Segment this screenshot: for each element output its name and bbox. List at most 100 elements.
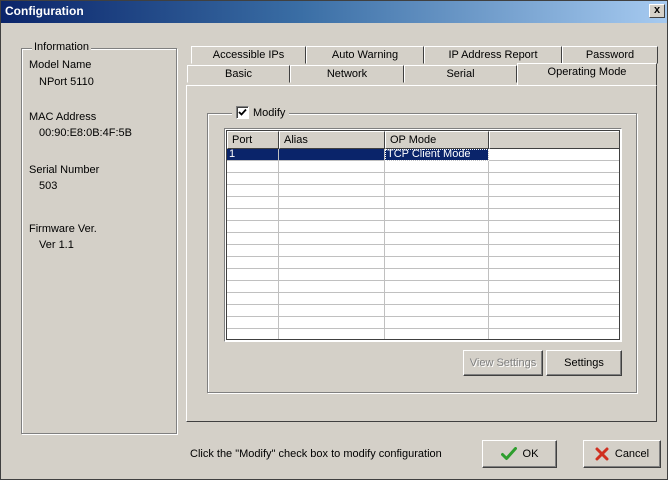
model-name-value: NPort 5110 (39, 76, 94, 88)
table-cell (489, 281, 619, 293)
table-cell (227, 245, 279, 257)
table-cell (279, 317, 385, 329)
serial-number-label: Serial Number (29, 164, 100, 176)
table-row[interactable] (227, 197, 619, 209)
table-cell (227, 317, 279, 329)
modify-checkbox[interactable] (236, 106, 249, 119)
view-settings-button[interactable]: View Settings (463, 350, 543, 376)
table-row[interactable] (227, 221, 619, 233)
port-grid[interactable]: Port Alias OP Mode 1 TCP Client Mode (224, 128, 622, 342)
table-cell (489, 161, 619, 173)
table-cell (489, 173, 619, 185)
table-cell (227, 305, 279, 317)
table-cell (227, 269, 279, 281)
table-cell (385, 173, 489, 185)
settings-button[interactable]: Settings (546, 350, 622, 376)
table-cell (279, 209, 385, 221)
modify-label: Modify (253, 106, 286, 119)
title-bar[interactable]: Configuration x (1, 1, 667, 23)
table-row[interactable] (227, 185, 619, 197)
table-cell (227, 221, 279, 233)
table-cell (279, 269, 385, 281)
table-cell (385, 197, 489, 209)
firmware-value: Ver 1.1 (39, 239, 74, 251)
column-header-op-mode[interactable]: OP Mode (385, 131, 489, 149)
table-cell (385, 281, 489, 293)
table-cell (385, 245, 489, 257)
table-row[interactable]: 1 TCP Client Mode (227, 149, 619, 161)
mac-address-value: 00:90:E8:0B:4F:5B (39, 127, 132, 139)
table-row[interactable] (227, 269, 619, 281)
table-cell (489, 221, 619, 233)
serial-number-value: 503 (39, 180, 58, 192)
table-cell (489, 305, 619, 317)
table-cell (227, 329, 279, 339)
column-header-alias[interactable]: Alias (279, 131, 385, 149)
table-cell (279, 293, 385, 305)
cell-port: 1 (227, 149, 279, 161)
ok-label: OK (522, 448, 539, 460)
table-cell (385, 209, 489, 221)
ok-button[interactable]: OK (482, 440, 557, 468)
table-cell (227, 233, 279, 245)
table-cell (489, 185, 619, 197)
table-cell (227, 257, 279, 269)
table-row[interactable] (227, 209, 619, 221)
table-row[interactable] (227, 305, 619, 317)
close-button[interactable]: x (649, 4, 665, 18)
table-cell (279, 173, 385, 185)
ok-check-icon (500, 447, 517, 460)
table-cell (227, 197, 279, 209)
table-cell (227, 209, 279, 221)
table-cell (227, 281, 279, 293)
tab-ip-address-report[interactable]: IP Address Report (424, 46, 562, 64)
table-cell (385, 161, 489, 173)
table-cell (279, 329, 385, 339)
table-cell (279, 197, 385, 209)
table-row[interactable] (227, 233, 619, 245)
table-row[interactable] (227, 257, 619, 269)
cancel-button[interactable]: Cancel (583, 440, 661, 468)
table-cell (385, 233, 489, 245)
table-cell (279, 257, 385, 269)
modify-group: Modify Port Alias OP Mode 1 TCP Client M… (207, 106, 637, 393)
table-cell (489, 329, 619, 339)
status-hint: Click the "Modify" check box to modify c… (190, 448, 442, 460)
table-row[interactable] (227, 293, 619, 305)
table-cell (385, 185, 489, 197)
tab-auto-warning[interactable]: Auto Warning (306, 46, 424, 64)
table-cell (279, 185, 385, 197)
column-header-port[interactable]: Port (227, 131, 279, 149)
table-cell (279, 161, 385, 173)
table-cell (489, 293, 619, 305)
table-cell (385, 293, 489, 305)
table-row[interactable] (227, 173, 619, 185)
tab-operating-mode[interactable]: Operating Mode (517, 63, 657, 85)
tab-basic[interactable]: Basic (187, 65, 290, 83)
table-cell (489, 245, 619, 257)
port-grid-body: Port Alias OP Mode 1 TCP Client Mode (226, 130, 620, 340)
cell-alias (279, 149, 385, 161)
operating-mode-panel: Modify Port Alias OP Mode 1 TCP Client M… (186, 85, 657, 422)
table-row[interactable] (227, 317, 619, 329)
tab-network[interactable]: Network (290, 65, 404, 83)
table-cell (489, 233, 619, 245)
table-row[interactable] (227, 245, 619, 257)
modify-checkbox-row[interactable]: Modify (232, 106, 290, 119)
table-row[interactable] (227, 281, 619, 293)
table-cell (385, 257, 489, 269)
tab-accessible-ips[interactable]: Accessible IPs (191, 46, 306, 64)
tab-password[interactable]: Password (562, 46, 658, 64)
model-name-label: Model Name (29, 59, 92, 71)
firmware-label: Firmware Ver. (29, 223, 97, 235)
grid-header: Port Alias OP Mode (227, 131, 619, 149)
table-cell (385, 221, 489, 233)
table-cell (489, 269, 619, 281)
tab-serial[interactable]: Serial (404, 65, 517, 83)
table-cell (279, 233, 385, 245)
column-header-blank[interactable] (489, 131, 619, 149)
table-row[interactable] (227, 329, 619, 339)
window-title: Configuration (5, 4, 84, 18)
cell-op-mode: TCP Client Mode (385, 149, 489, 161)
table-row[interactable] (227, 161, 619, 173)
